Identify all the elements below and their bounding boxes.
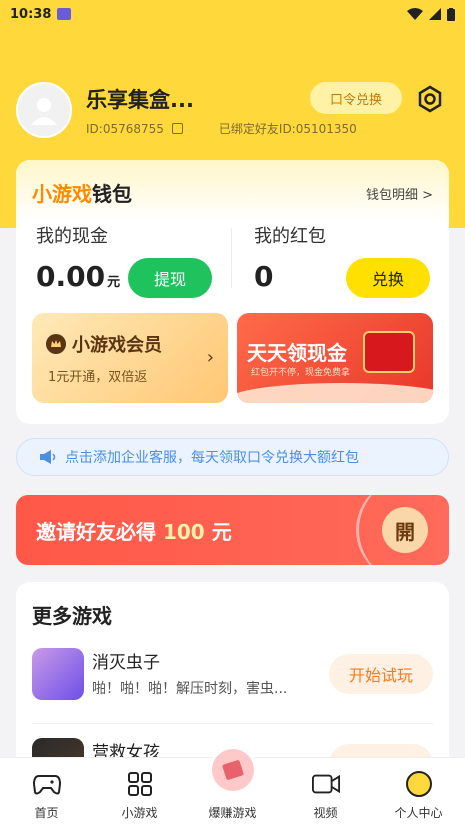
grid-icon [126, 770, 154, 798]
cash-banner-subtitle: 红包开不停，现金免费拿 [251, 368, 351, 378]
user-id: ID:05768755 [86, 121, 164, 136]
cash-amount-value: 0.00 [36, 260, 106, 293]
settings-icon[interactable] [415, 84, 445, 114]
cash-section: 我的现金 0.00 元 提现 [36, 222, 226, 302]
redeem-code-button[interactable]: 口令兑换 [310, 82, 402, 114]
vip-card[interactable]: 小游戏会员 1元开通，双倍返 › [32, 313, 228, 403]
bound-friend-id: 已绑定好友ID:05101350 [218, 122, 357, 136]
bottom-nav: 首页 小游戏 爆赚游戏 视频 个人中心 [0, 746, 465, 827]
exchange-button[interactable]: 兑换 [346, 258, 430, 298]
cloud-decoration [237, 383, 433, 403]
game-icon [32, 648, 84, 700]
start-trial-button[interactable]: 开始试玩 [329, 654, 433, 694]
video-camera-icon [311, 770, 340, 798]
gear-icon [418, 85, 442, 113]
invite-amount: 100 [162, 520, 205, 544]
nav-home[interactable]: 首页 [0, 758, 93, 827]
status-bar: 10:38 [0, 0, 465, 28]
chevron-right-icon: › [206, 347, 214, 368]
notification-app-icon [57, 8, 72, 20]
game-description: 啪！啪！啪！解压时刻，害虫... [92, 681, 288, 697]
nav-minigames[interactable]: 小游戏 [93, 758, 186, 827]
uid-row: ID:05768755 已绑定好友ID:05101350 [86, 120, 357, 137]
wallet-header: 小游戏钱包 钱包明细 > [16, 160, 449, 220]
wallet-title: 小游戏钱包 [32, 178, 132, 207]
game-divider [32, 723, 433, 724]
invite-text: 邀请好友必得 100 元 [36, 516, 232, 545]
nav-video[interactable]: 视频 [279, 758, 372, 827]
status-time: 10:38 [10, 6, 52, 22]
nav-home-label: 首页 [34, 806, 59, 820]
invite-text-suffix: 元 [211, 520, 232, 544]
divider [231, 228, 232, 288]
profile-section: 乐享集盒... ID:05768755 已绑定好友ID:05101350 口令兑… [16, 82, 449, 142]
money-icon [211, 749, 254, 791]
smile-face [405, 771, 432, 797]
nav-profile-label: 个人中心 [394, 806, 443, 820]
smiley-icon [405, 770, 433, 798]
more-games-section: 更多游戏 消灭虫子 啪！啪！啪！解压时刻，害虫... 开始试玩 营救女孩 开始试… [16, 582, 449, 772]
gamepad-icon [32, 770, 61, 798]
withdraw-button[interactable]: 提现 [128, 258, 212, 298]
notice-text: 点击添加企业客服，每天领取口令兑换大额红包 [65, 450, 359, 466]
more-games-title: 更多游戏 [32, 604, 112, 628]
open-button[interactable]: 開 [382, 507, 428, 553]
battery-icon [447, 7, 455, 21]
cash-amount: 0.00 元 [36, 260, 120, 293]
invite-text-prefix: 邀请好友必得 [36, 520, 156, 544]
hot-games-badge [208, 746, 257, 794]
nickname: 乐享集盒... [86, 88, 194, 112]
copy-icon[interactable] [171, 123, 183, 134]
nav-video-label: 视频 [313, 806, 338, 820]
signal-icon [429, 8, 441, 20]
wallet-card: 小游戏钱包 钱包明细 > 我的现金 0.00 元 提现 我的红包 0 兑换 小游戏… [16, 160, 449, 424]
megaphone-icon [39, 450, 57, 464]
cash-unit: 元 [107, 275, 121, 290]
vip-title: 小游戏会员 [46, 331, 162, 357]
redpacket-section: 我的红包 0 兑换 [254, 222, 434, 302]
vip-subtitle: 1元开通，双倍返 [48, 370, 148, 385]
avatar[interactable] [16, 82, 72, 138]
notice-bar[interactable]: 点击添加企业客服，每天领取口令兑换大额红包 [16, 438, 449, 476]
user-icon [31, 98, 57, 125]
vip-crown-icon [46, 334, 66, 354]
wifi-icon [407, 8, 423, 20]
wallet-title-highlight: 小游戏 [32, 182, 92, 206]
redpacket-label: 我的红包 [254, 226, 326, 247]
invite-banner[interactable]: 邀请好友必得 100 元 開 [16, 495, 449, 565]
nav-profile[interactable]: 个人中心 [372, 758, 465, 827]
nav-hot-games[interactable]: 爆赚游戏 [186, 746, 279, 827]
cash-banner-title: 天天领现金 [247, 341, 347, 365]
status-icons [407, 7, 455, 21]
nav-hot-games-label: 爆赚游戏 [208, 806, 257, 820]
game-item[interactable]: 消灭虫子 啪！啪！啪！解压时刻，害虫... 开始试玩 [32, 648, 433, 712]
wallet-detail-link[interactable]: 钱包明细 > [366, 184, 433, 203]
wallet-title-rest: 钱包 [92, 182, 132, 206]
nav-minigames-label: 小游戏 [121, 806, 158, 820]
vip-title-text: 小游戏会员 [72, 335, 162, 356]
redpacket-amount: 0 [254, 260, 274, 293]
daily-cash-banner[interactable]: 天天领现金 红包开不停，现金免费拿 [237, 313, 433, 403]
cash-label: 我的现金 [36, 226, 108, 247]
game-name: 消灭虫子 [92, 653, 160, 673]
red-envelope-icon [363, 331, 415, 373]
